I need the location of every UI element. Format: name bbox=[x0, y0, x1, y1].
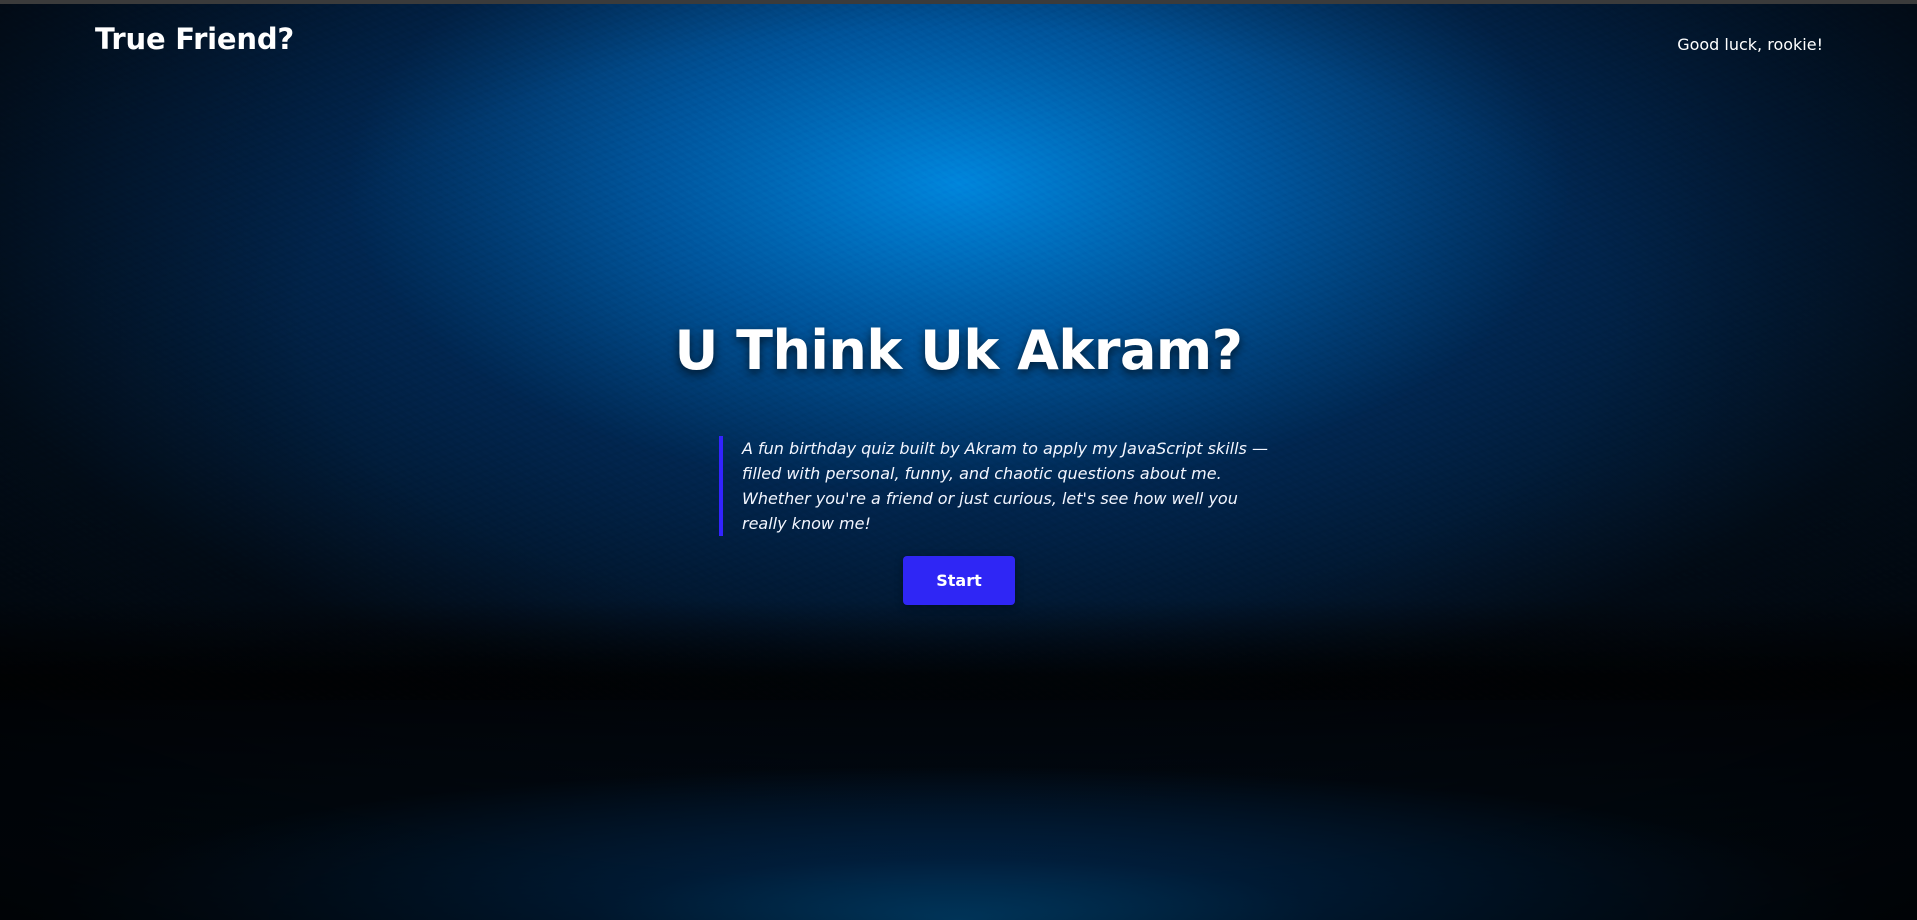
navbar: True Friend? Good luck, rookie! bbox=[0, 4, 1917, 82]
hero-section: U Think Uk Akram? A fun birthday quiz bu… bbox=[0, 319, 1917, 605]
start-button[interactable]: Start bbox=[903, 556, 1015, 605]
hero-description: A fun birthday quiz built by Akram to ap… bbox=[719, 436, 1279, 536]
brand-title[interactable]: True Friend? bbox=[95, 22, 294, 56]
hero-title: U Think Uk Akram? bbox=[674, 319, 1243, 382]
nav-note: Good luck, rookie! bbox=[1677, 35, 1823, 54]
